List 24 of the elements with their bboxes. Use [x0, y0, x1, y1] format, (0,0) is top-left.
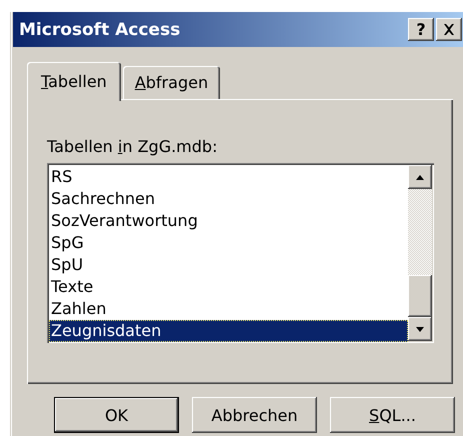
- list-item[interactable]: Zeugnisdaten: [49, 320, 408, 342]
- list-item[interactable]: Sachrechnen: [49, 188, 408, 210]
- dialog-button[interactable]: OK: [54, 397, 179, 433]
- list-label: Tabellen in ZgG.mdb:: [47, 137, 218, 156]
- up-arrow-icon: [416, 174, 424, 180]
- close-icon: [443, 24, 455, 35]
- dialog-button[interactable]: Abbrechen: [192, 397, 317, 433]
- down-arrow-icon: [416, 326, 424, 332]
- tab[interactable]: Tabellen: [27, 62, 121, 101]
- tab[interactable]: Abfragen: [122, 66, 220, 99]
- help-button[interactable]: ?: [408, 18, 434, 41]
- list-item[interactable]: SpG: [49, 232, 408, 254]
- list-item[interactable]: Zahlen: [49, 298, 408, 320]
- list-item[interactable]: SpU: [49, 254, 408, 276]
- close-button[interactable]: [436, 18, 462, 41]
- table-list[interactable]: RS Sachrechnen SozVerantwortung SpG SpU Texte Zahlen Zeugnisdaten: [47, 163, 434, 343]
- scrollbar-thumb[interactable]: [408, 275, 432, 317]
- list-item[interactable]: Texte: [49, 276, 408, 298]
- list-item[interactable]: RS: [49, 166, 408, 188]
- window-title: Microsoft Access: [19, 20, 182, 40]
- dialog-button[interactable]: SQL...: [330, 397, 455, 433]
- list-item[interactable]: SozVerantwortung: [49, 210, 408, 232]
- scroll-up-button[interactable]: [408, 165, 432, 189]
- scroll-down-button[interactable]: [408, 317, 432, 341]
